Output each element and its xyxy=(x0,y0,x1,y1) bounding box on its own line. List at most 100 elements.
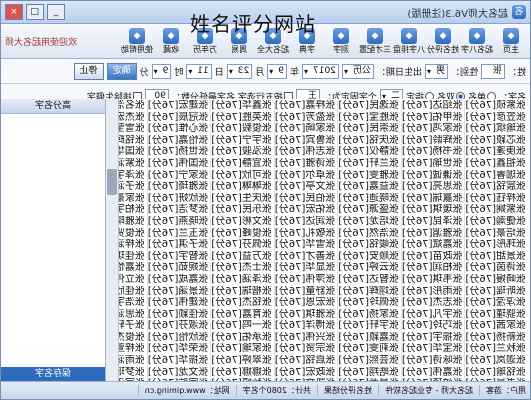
name-cell[interactable]: 张晓迪[76分] xyxy=(338,193,401,205)
name-cell[interactable]: 张柏宇[76分] xyxy=(119,204,147,216)
name-cell[interactable]: 张宇宁[76分] xyxy=(211,135,274,147)
gender-select[interactable]: 男 xyxy=(424,63,448,79)
name-cell[interactable]: 张振华[76分] xyxy=(148,355,211,367)
name-cell[interactable]: 张巧玲[76分] xyxy=(402,320,465,332)
name-cell[interactable]: 张梦洁[76分] xyxy=(148,204,211,216)
name-cell[interactable]: 张国华[76分] xyxy=(119,146,147,158)
name-cell[interactable]: 张润达[76分] xyxy=(275,216,338,228)
name-cell[interactable]: 张博洋[76分] xyxy=(275,320,338,332)
name-cell[interactable]: 张政宏[76分] xyxy=(275,367,338,379)
name-cell[interactable]: 张新扬[76分] xyxy=(465,332,528,344)
name-cell[interactable]: 张玉兰[76分] xyxy=(148,228,211,240)
name-cell[interactable]: 张子轩[76分] xyxy=(119,320,147,332)
name-cell[interactable]: 张承佑[76分] xyxy=(211,332,274,344)
name-cell[interactable]: 张家豪[76分] xyxy=(119,193,147,205)
name-cell[interactable]: 张雅琦[76分] xyxy=(148,181,211,193)
name-cell[interactable]: 张宝华[76分] xyxy=(402,343,465,355)
name-cell[interactable]: 张雨彤[76分] xyxy=(402,286,465,298)
name-cell[interactable]: 张浩宇[76分] xyxy=(119,297,147,309)
name-cell[interactable]: 张嘉斌[76分] xyxy=(402,239,465,251)
name-cell[interactable]: 张淑芬[76分] xyxy=(148,320,211,332)
name-cell[interactable]: 张佩芬[76分] xyxy=(211,239,274,251)
name-cell[interactable]: 张笠彦[76分] xyxy=(465,112,528,124)
name-cell[interactable]: 张瑗琪[76分] xyxy=(402,204,465,216)
confirm-button[interactable]: 确定 xyxy=(106,62,137,80)
toolbar-button-11[interactable]: ◆ 使用帮助 xyxy=(121,27,153,55)
name-cell[interactable]: 张雅湄[76分] xyxy=(402,228,465,240)
name-cell[interactable]: 张世扬[76分] xyxy=(148,146,211,158)
name-cell[interactable]: 张盛源[76分] xyxy=(338,204,401,216)
name-cell[interactable]: 张培豪[76分] xyxy=(465,228,528,240)
toolbar-button-1[interactable]: ◆ 起名八字 xyxy=(461,27,493,55)
name-cell[interactable]: 张萍伟[76分] xyxy=(275,274,338,286)
name-cell[interactable]: 张雅琪[76分] xyxy=(275,309,338,321)
name-cell[interactable]: 张珈睿[76分] xyxy=(465,170,528,182)
name-cell[interactable]: 张浩然[76分] xyxy=(338,228,401,240)
name-cell[interactable]: 张玮彤[76分] xyxy=(465,239,528,251)
name-cell[interactable]: 张培龙[76分] xyxy=(338,216,401,228)
name-cell[interactable]: 张泽昆[76分] xyxy=(402,216,465,228)
name-cell[interactable]: 张梓萱[76分] xyxy=(119,343,147,355)
name-cell[interactable]: 张智宇[76分] xyxy=(148,251,211,263)
name-cell[interactable]: 张绍达[76分] xyxy=(402,100,465,112)
name-cell[interactable]: 张俊贤[76分] xyxy=(119,228,147,240)
maximize-button[interactable]: □ xyxy=(26,4,44,20)
name-cell[interactable]: 张紫硕[76分] xyxy=(465,100,528,112)
toolbar-button-3[interactable]: ◆ 八字排盘 xyxy=(393,27,425,55)
name-cell[interactable]: 张怡嘉[76分] xyxy=(148,135,211,147)
name-cell[interactable]: 张梓嘉[76分] xyxy=(275,100,338,112)
name-cell[interactable]: 张翠婷[76分] xyxy=(211,355,274,367)
name-cell[interactable]: 张振宇[76分] xyxy=(402,332,465,344)
name-cell[interactable]: 张淳滢[76分] xyxy=(465,297,528,309)
name-cell[interactable]: 张宸铭[76分] xyxy=(465,181,528,193)
toolbar-button-4[interactable]: ◆ 三才配置 xyxy=(359,27,391,55)
name-cell[interactable]: 张庆生[76分] xyxy=(211,193,274,205)
name-cell[interactable]: 张佩玲[76分] xyxy=(338,297,401,309)
name-cell[interactable]: 张瑜缤[76分] xyxy=(465,123,528,135)
name-cell[interactable]: 张政苗[76分] xyxy=(402,251,465,263)
name-cell[interactable]: 张皓翔[76分] xyxy=(338,367,401,379)
name-cell[interactable]: 张冠辰[76分] xyxy=(148,112,211,124)
name-cell[interactable]: 张静仪[76分] xyxy=(338,146,401,158)
name-cell[interactable]: 张佳颖[76分] xyxy=(148,309,211,321)
name-cell[interactable]: 张嘉成[76分] xyxy=(148,274,211,286)
name-cell[interactable]: 张书杨[76分] xyxy=(402,146,465,158)
name-cell[interactable]: 张庚蓬[76分] xyxy=(465,146,528,158)
name-cell[interactable]: 张莉雯[76分] xyxy=(338,343,401,355)
name-cell[interactable]: 张雪莹[76分] xyxy=(119,123,147,135)
name-cell[interactable]: 张家茜[76分] xyxy=(465,320,528,332)
name-cell[interactable]: 张景涵[76分] xyxy=(148,286,211,298)
name-cell[interactable]: 张兰轩[76分] xyxy=(338,158,401,170)
name-cell[interactable]: 张泽涵[76分] xyxy=(211,274,274,286)
results-scrollbar[interactable] xyxy=(106,99,119,381)
name-cell[interactable]: 张善才[76分] xyxy=(275,251,338,263)
name-cell[interactable]: 张鑫华[76分] xyxy=(211,100,274,112)
name-cell[interactable]: 张芸熙[76分] xyxy=(338,355,401,367)
name-cell[interactable]: 张甲佑[76分] xyxy=(402,112,465,124)
name-cell[interactable]: 张万益[76分] xyxy=(211,251,274,263)
name-cell[interactable]: 张欣怡[76分] xyxy=(148,332,211,344)
name-cell[interactable]: 张铭杰[76分] xyxy=(211,297,274,309)
name-cell[interactable]: 张宇凡[76分] xyxy=(402,309,465,321)
minimize-button[interactable]: _ xyxy=(47,4,65,20)
name-cell[interactable]: 张子淇[76分] xyxy=(148,239,211,251)
name-cell[interactable]: 张家瑜[76分] xyxy=(211,343,274,355)
name-cell[interactable]: 张晓燕[76分] xyxy=(148,216,211,228)
name-cell[interactable]: 张咏诗[76分] xyxy=(402,355,465,367)
name-cell[interactable]: 张杰宏[76分] xyxy=(119,112,147,124)
name-cell[interactable]: 张铭瑜[76分] xyxy=(465,367,528,379)
name-cell[interactable]: 张兴伟[76分] xyxy=(275,332,338,344)
name-cell[interactable]: 张娜娜[76分] xyxy=(211,367,274,379)
name-cell[interactable]: 张梦瑶[76分] xyxy=(119,367,147,379)
name-cell[interactable]: 张诗雅[76分] xyxy=(275,158,338,170)
toolbar-button-10[interactable]: ◆ 收藏 xyxy=(156,27,186,55)
name-cell[interactable]: 张育嘉[76分] xyxy=(211,309,274,321)
name-cell[interactable]: 张芯颖[76分] xyxy=(465,135,528,147)
name-cell[interactable]: 张舒童[76分] xyxy=(275,286,338,298)
name-cell[interactable]: 张顺安[76分] xyxy=(338,251,401,263)
name-cell[interactable]: 张启铭[76分] xyxy=(275,355,338,367)
name-cell[interactable]: 张崇民[76分] xyxy=(338,123,401,135)
name-cell[interactable]: 张心惟[76分] xyxy=(148,123,211,135)
name-cell[interactable]: 张宗贤[76分] xyxy=(275,343,338,355)
name-cell[interactable]: 张雅雯[76分] xyxy=(338,170,401,182)
